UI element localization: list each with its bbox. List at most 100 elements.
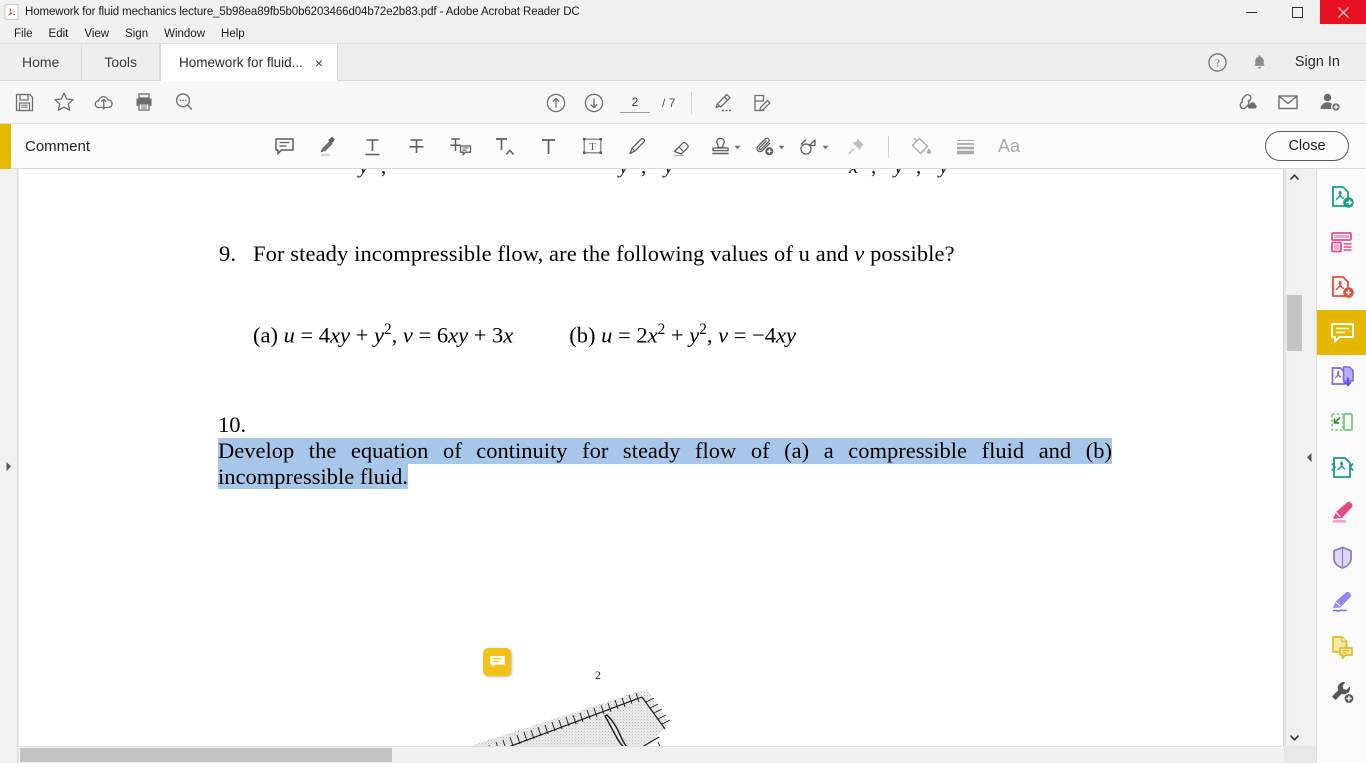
stream-tube-drawing (472, 689, 671, 746)
email-icon[interactable] (1272, 87, 1304, 117)
save-icon[interactable] (8, 87, 40, 117)
equation-b-comma: , (706, 322, 719, 348)
previous-page-icon[interactable] (540, 88, 572, 118)
chevron-down-icon[interactable] (778, 138, 785, 156)
share-link-icon[interactable] (1230, 87, 1262, 117)
drawing-shapes-icon[interactable] (790, 130, 834, 164)
close-icon[interactable]: × (315, 56, 323, 70)
organize-pages-icon[interactable] (1317, 355, 1366, 400)
svg-text:y: y (892, 169, 904, 178)
equation-b-u-plus: + (665, 322, 690, 348)
svg-text:,: , (381, 169, 386, 178)
scroll-up-arrow[interactable] (1286, 169, 1303, 186)
draw-freeform-pencil-icon[interactable] (614, 130, 658, 164)
menu-sign[interactable]: Sign (117, 26, 156, 42)
line-thickness-icon[interactable] (943, 130, 987, 164)
highlight-text-icon[interactable] (708, 88, 740, 118)
chevron-down-icon[interactable] (822, 138, 829, 156)
compress-pdf-icon[interactable] (1317, 400, 1366, 445)
protect-icon[interactable] (1317, 535, 1366, 580)
comment-tools-group: T Aa (262, 124, 1031, 169)
redact-icon[interactable] (1317, 490, 1366, 535)
title-bar: Homework for fluid mechanics lecture_5b9… (0, 0, 1366, 24)
chevron-down-icon[interactable] (734, 138, 741, 156)
svg-text:y: y (617, 169, 629, 178)
tab-bar-right-group: ? Sign In (1197, 44, 1366, 80)
highlighter-icon[interactable] (306, 130, 350, 164)
workspace: y, y, y x, y, y 9. For steady incompressi… (0, 169, 1366, 763)
font-size-icon[interactable]: Aa (987, 130, 1031, 164)
menu-view[interactable]: View (76, 26, 117, 42)
search-icon[interactable] (168, 87, 200, 117)
tab-bar: Home Tools Homework for fluid... × ? Sig… (0, 44, 1366, 81)
clipped-previous-line: y, y, y x, y, y (19, 169, 1283, 185)
strikethrough-text-icon[interactable] (394, 130, 438, 164)
page-number-input[interactable]: 2 (620, 93, 650, 113)
eraser-icon[interactable] (658, 130, 702, 164)
highlighted-text-line-1[interactable]: Develop the equation of continuity for s… (218, 438, 1112, 464)
question-9-text-a: For steady incompressible flow, are the … (253, 241, 855, 266)
underline-text-icon[interactable] (350, 130, 394, 164)
add-person-icon[interactable] (1314, 87, 1346, 117)
replace-text-with-note-icon[interactable] (438, 130, 482, 164)
question-10: 10. Develop the equation of continuity f… (218, 412, 1168, 490)
menu-bar: File Edit View Sign Window Help (0, 24, 1366, 44)
fill-and-sign-icon[interactable] (746, 88, 778, 118)
more-tools-icon[interactable] (1317, 670, 1366, 715)
print-icon[interactable] (128, 87, 160, 117)
stamp-icon[interactable] (702, 130, 746, 164)
vertical-scrollbar[interactable] (1285, 169, 1303, 746)
insert-text-icon[interactable] (482, 130, 526, 164)
export-pdf-icon[interactable] (1317, 175, 1366, 220)
notification-bell-icon[interactable] (1239, 53, 1281, 72)
horizontal-scrollbar-thumb[interactable] (20, 748, 392, 762)
equation-a-v-eq: = 6 (412, 322, 449, 348)
minimize-button[interactable] (1228, 0, 1274, 24)
expand-left-panel-arrow (6, 461, 11, 471)
equation-b-u-exponent-2: 2 (699, 321, 707, 338)
scroll-down-arrow[interactable] (1286, 729, 1303, 746)
svg-text:y: y (357, 169, 369, 178)
equation-a-label: (a) (253, 322, 278, 348)
menu-window[interactable]: Window (156, 26, 213, 42)
document-region: y, y, y x, y, y 9. For steady incompressi… (0, 169, 1316, 763)
close-button[interactable] (1320, 0, 1366, 24)
expand-left-panel-button[interactable] (0, 169, 18, 763)
attach-file-icon[interactable] (746, 130, 790, 164)
pdf-page: y, y, y x, y, y 9. For steady incompressi… (19, 169, 1284, 746)
edit-pdf-icon[interactable] (1317, 265, 1366, 310)
add-to-favorites-star-icon[interactable] (48, 87, 80, 117)
fill-and-sign-icon[interactable] (1317, 580, 1366, 625)
question-9: 9. For steady incompressible flow, are th… (219, 241, 955, 267)
maximize-button[interactable] (1274, 0, 1320, 24)
equation-b-u-y: y (689, 322, 700, 348)
menu-help[interactable]: Help (213, 26, 253, 42)
text-box-icon[interactable]: T (570, 130, 614, 164)
vertical-scrollbar-thumb[interactable] (1287, 295, 1302, 351)
next-page-icon[interactable] (578, 88, 610, 118)
comment-toolbar: Comment T Aa Close (0, 123, 1366, 169)
add-text-comment-icon[interactable] (526, 130, 570, 164)
svg-text:y: y (937, 169, 949, 178)
page-navigation-group: 2 / 7 (540, 81, 778, 124)
help-circle-icon[interactable]: ? (1197, 52, 1239, 73)
collapse-right-panel-button[interactable] (1302, 169, 1316, 746)
pin-icon (834, 130, 878, 164)
comment-icon[interactable] (1317, 310, 1366, 355)
tab-home[interactable]: Home (0, 44, 83, 80)
send-for-comments-icon[interactable] (1317, 625, 1366, 670)
combine-files-icon[interactable] (1317, 445, 1366, 490)
create-pdf-icon[interactable] (1317, 220, 1366, 265)
page-total-label: / 7 (662, 95, 676, 110)
horizontal-scrollbar[interactable] (19, 746, 1284, 763)
highlighted-text-line-2[interactable]: incompressible fluid. (218, 464, 408, 489)
tab-document[interactable]: Homework for fluid... × (160, 44, 339, 81)
menu-file[interactable]: File (6, 26, 41, 42)
close-comment-toolbar-button[interactable]: Close (1265, 131, 1349, 161)
tab-tools[interactable]: Tools (82, 44, 161, 80)
upload-to-cloud-icon[interactable] (88, 87, 120, 117)
add-sticky-note-icon[interactable] (262, 130, 306, 164)
sign-in-button[interactable]: Sign In (1281, 54, 1350, 70)
color-fill-icon[interactable] (899, 130, 943, 164)
menu-edit[interactable]: Edit (41, 26, 77, 42)
